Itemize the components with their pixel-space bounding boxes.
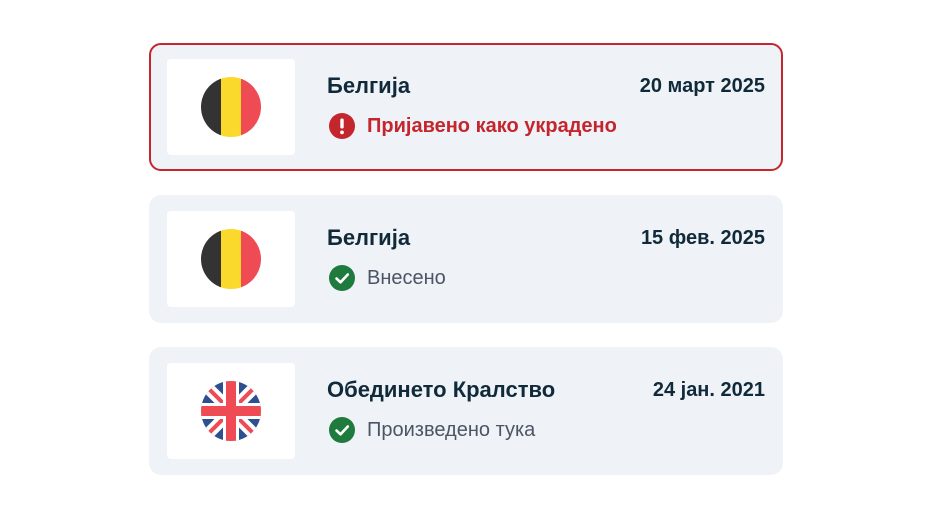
status-line: Произведено тука [329,417,535,443]
event-date: 15 фев. 2025 [640,227,765,249]
belgium-flag-icon [201,229,261,289]
belgium-flag-icon [201,77,261,137]
checkmark-icon [329,265,355,291]
history-item-produced[interactable]: Обединето Кралство 24 јан. 2021 Произвед… [149,347,783,475]
history-item-imported[interactable]: Белгија 15 фев. 2025 Внесено [149,195,783,323]
country-name: Обединето Кралство [327,377,556,402]
flag-container [167,211,295,307]
status-line: Пријавено како украдено [329,113,617,139]
country-name: Белгија [327,225,411,250]
checkmark-icon [329,417,355,443]
uk-flag-icon [201,381,261,441]
event-date: 20 март 2025 [639,75,765,97]
history-item-stolen[interactable]: Белгија 20 март 2025 Пријавено како укра… [149,43,783,171]
status-text: Произведено тука [367,418,536,441]
status-text: Пријавено како украдено [367,114,617,137]
history-list: Белгија 20 март 2025 Пријавено како укра… [149,43,783,499]
status-text: Внесено [367,266,446,289]
flag-container [167,59,295,155]
flag-container [167,363,295,459]
event-date: 24 јан. 2021 [652,379,765,401]
status-line: Внесено [329,265,446,291]
exclamation-icon [329,113,355,139]
country-name: Белгија [327,73,411,98]
